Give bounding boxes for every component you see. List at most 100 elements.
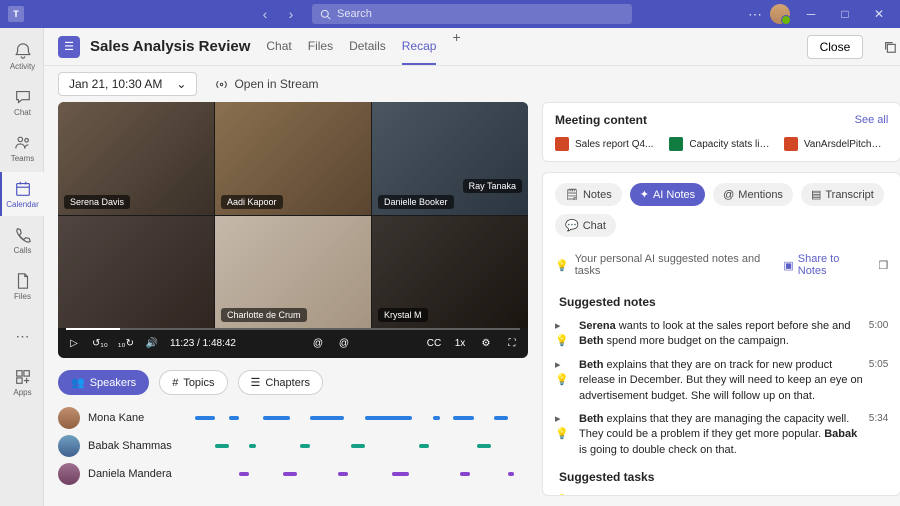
chat-icon: 💬 bbox=[565, 219, 579, 232]
tab-recap[interactable]: Recap bbox=[402, 29, 437, 65]
speakers-timeline: Mona Kane Babak Shammas Daniela Mandera bbox=[58, 407, 528, 485]
participant-tile bbox=[58, 216, 214, 329]
participant-tile: Aadi Kapoor bbox=[215, 102, 371, 215]
note-item[interactable]: ▸💡Beth explains that they are on track f… bbox=[555, 354, 888, 408]
video-time: 11:23 / 1:48:42 bbox=[170, 338, 236, 349]
maximize-button[interactable]: □ bbox=[832, 3, 858, 25]
rail-more[interactable]: ⋯ bbox=[0, 314, 44, 358]
note-text: Beth explains that they are managing the… bbox=[579, 412, 863, 458]
datetime-dropdown[interactable]: Jan 21, 10:30 AM⌄ bbox=[58, 72, 197, 96]
note-item[interactable]: ▸💡Serena wants to look at the sales repo… bbox=[555, 315, 888, 354]
notes-icon: 🗒 bbox=[565, 188, 579, 201]
speed-button[interactable]: 1x bbox=[452, 335, 468, 351]
note-time: 5:05 bbox=[869, 358, 888, 404]
ptab-chat[interactable]: 💬Chat bbox=[555, 214, 616, 237]
file-item[interactable]: VanArsdelPitchDe... bbox=[784, 137, 888, 151]
sparkle-icon: ✦ bbox=[640, 188, 649, 201]
user-avatar[interactable] bbox=[770, 4, 790, 24]
copy-button[interactable]: ❐ bbox=[878, 259, 888, 272]
share-icon: ▣ bbox=[783, 259, 793, 272]
mention-icon[interactable]: @ bbox=[310, 335, 326, 351]
speaker-avatar bbox=[58, 407, 80, 429]
powerpoint-icon bbox=[555, 137, 569, 151]
see-all-link[interactable]: See all bbox=[855, 114, 889, 126]
rail-activity[interactable]: Activity bbox=[0, 34, 44, 78]
speaker-name: Babak Shammas bbox=[88, 440, 180, 452]
close-window-button[interactable]: ✕ bbox=[866, 3, 892, 25]
meeting-content-title: Meeting content bbox=[555, 113, 647, 127]
speaker-avatar bbox=[58, 463, 80, 485]
rail-files[interactable]: Files bbox=[0, 264, 44, 308]
meeting-icon: ☰ bbox=[58, 36, 80, 58]
rail-calls[interactable]: Calls bbox=[0, 218, 44, 262]
speaker-row[interactable]: Mona Kane bbox=[58, 407, 528, 429]
forward-button[interactable]: ₁₀↻ bbox=[118, 335, 134, 351]
page-title: Sales Analysis Review bbox=[90, 38, 250, 55]
page-header: ☰ Sales Analysis Review Chat Files Detai… bbox=[44, 28, 900, 66]
search-icon bbox=[320, 9, 331, 20]
note-icons: ▸💡 bbox=[555, 319, 573, 350]
titlebar: T ‹ › Search ⋯ ─ □ ✕ bbox=[0, 0, 900, 28]
speaker-name: Daniela Mandera bbox=[88, 468, 180, 480]
note-icons: ▸💡 bbox=[555, 412, 573, 458]
pill-speakers[interactable]: 👥Speakers bbox=[58, 370, 149, 395]
suggested-notes-heading: Suggested notes bbox=[559, 295, 888, 309]
ptab-ai-notes[interactable]: ✦AI Notes bbox=[630, 183, 705, 206]
meeting-content-card: Meeting content See all Sales report Q4.… bbox=[542, 102, 900, 162]
list-icon: ☰ bbox=[251, 376, 261, 389]
video-player[interactable]: Serena Davis Aadi Kapoor Ray TanakaDanie… bbox=[58, 102, 528, 358]
close-button[interactable]: Close bbox=[807, 35, 864, 59]
participant-tile: Charlotte de Crum bbox=[215, 216, 371, 329]
more-button[interactable]: ⋯ bbox=[748, 6, 762, 23]
bulb-icon: 💡 bbox=[555, 259, 569, 272]
tab-files[interactable]: Files bbox=[308, 29, 333, 65]
ptab-notes[interactable]: 🗒Notes bbox=[555, 183, 622, 206]
speaker-row[interactable]: Daniela Mandera bbox=[58, 463, 528, 485]
tab-chat[interactable]: Chat bbox=[266, 29, 291, 65]
settings-button[interactable]: ⚙ bbox=[478, 335, 494, 351]
nav-back-button[interactable]: ‹ bbox=[254, 3, 276, 25]
popout-button[interactable] bbox=[879, 36, 900, 58]
note-item[interactable]: ▸💡Beth explains that they are managing t… bbox=[555, 408, 888, 462]
app-rail: Activity Chat Teams Calendar Calls Files… bbox=[0, 28, 44, 506]
task-item[interactable]: 💡Beth will follow up on advertisement bu… bbox=[555, 490, 888, 495]
play-button[interactable]: ▷ bbox=[66, 335, 82, 351]
search-placeholder: Search bbox=[337, 8, 372, 20]
participant-tile: Ray TanakaDanielle Booker bbox=[372, 102, 528, 215]
speaker-row[interactable]: Babak Shammas bbox=[58, 435, 528, 457]
cc-button[interactable]: CC bbox=[426, 335, 442, 351]
file-name: Capacity stats list... bbox=[689, 139, 773, 150]
note-time: 5:34 bbox=[869, 412, 888, 458]
pill-topics[interactable]: #Topics bbox=[159, 370, 227, 395]
file-item[interactable]: Sales report Q4... bbox=[555, 137, 659, 151]
fullscreen-button[interactable]: ⛶ bbox=[504, 335, 520, 351]
rail-apps[interactable]: Apps bbox=[0, 360, 44, 404]
rewind-button[interactable]: ↺₁₀ bbox=[92, 335, 108, 351]
ptab-mentions[interactable]: @Mentions bbox=[713, 183, 793, 206]
transcript-icon: ▤ bbox=[811, 188, 821, 201]
mention-icon[interactable]: @ bbox=[336, 335, 352, 351]
share-to-notes-button[interactable]: ▣Share to Notes bbox=[783, 253, 866, 277]
search-input[interactable]: Search bbox=[312, 4, 632, 24]
open-stream-button[interactable]: Open in Stream bbox=[215, 77, 318, 91]
ptab-transcript[interactable]: ▤Transcript bbox=[801, 183, 884, 206]
speaker-timeline[interactable] bbox=[188, 415, 528, 421]
minimize-button[interactable]: ─ bbox=[798, 3, 824, 25]
rail-chat[interactable]: Chat bbox=[0, 80, 44, 124]
subheader: Jan 21, 10:30 AM⌄ Open in Stream bbox=[44, 66, 900, 102]
note-time: 5:00 bbox=[869, 319, 888, 350]
tab-details[interactable]: Details bbox=[349, 29, 386, 65]
nav-forward-button[interactable]: › bbox=[280, 3, 302, 25]
teams-logo-icon: T bbox=[8, 6, 24, 22]
task-text: Beth will follow up on advertisement bud… bbox=[579, 494, 888, 495]
pill-chapters[interactable]: ☰Chapters bbox=[238, 370, 324, 395]
rail-calendar[interactable]: Calendar bbox=[0, 172, 44, 216]
volume-button[interactable]: 🔊 bbox=[144, 335, 160, 351]
add-tab-button[interactable]: + bbox=[452, 29, 460, 65]
participant-tile: Serena Davis bbox=[58, 102, 214, 215]
file-item[interactable]: Capacity stats list... bbox=[669, 137, 773, 151]
speaker-timeline[interactable] bbox=[188, 443, 528, 449]
rail-teams[interactable]: Teams bbox=[0, 126, 44, 170]
speaker-timeline[interactable] bbox=[188, 471, 528, 477]
stream-icon bbox=[215, 78, 228, 91]
